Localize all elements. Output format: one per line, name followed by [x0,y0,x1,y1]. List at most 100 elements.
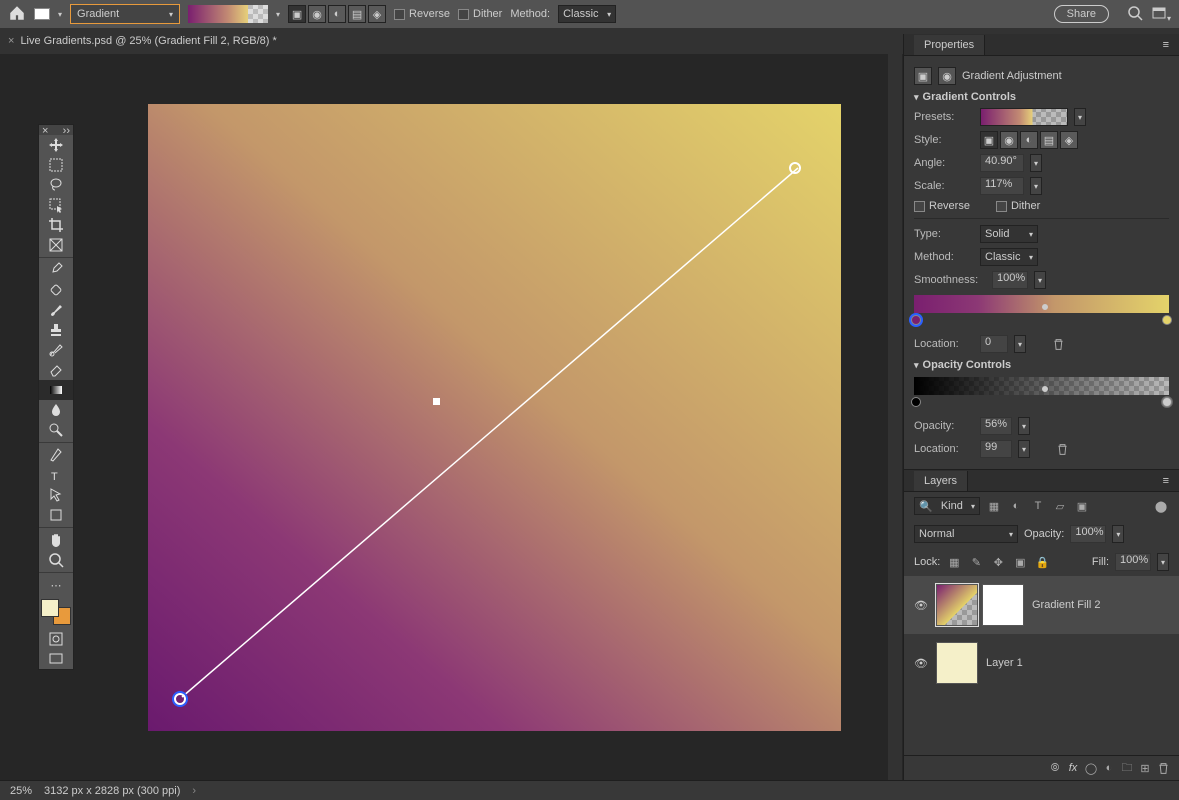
fx-icon[interactable]: fx [1065,760,1081,776]
dodge-tool[interactable] [39,420,73,440]
zoom-level[interactable]: 25% [10,785,32,797]
frame-tool[interactable] [39,235,73,255]
delete-stop-icon[interactable] [1050,336,1066,352]
opacity-controls-header[interactable]: Opacity Controls [914,359,1169,371]
tools-close-icon[interactable]: × [42,125,48,135]
gradient-start-handle[interactable] [174,693,186,705]
prop-dither-checkbox[interactable]: Dither [996,200,1040,212]
doc-preset-dropdown[interactable]: ▾ [58,10,62,19]
eraser-tool[interactable] [39,360,73,380]
search-icon[interactable] [1127,5,1143,24]
lasso-tool[interactable] [39,175,73,195]
layer-row-gradient-fill-2[interactable]: 👁 Gradient Fill 2 [904,576,1179,634]
layer-mask-icon[interactable] [982,584,1024,626]
opacity-stop-right[interactable] [1162,397,1172,407]
scale-dropdown[interactable]: ▾ [1030,177,1042,195]
location2-dropdown[interactable]: ▾ [1018,440,1030,458]
scale-input[interactable]: 117% [980,177,1024,195]
filter-smart-icon[interactable]: ▣ [1074,498,1090,514]
mask-icon[interactable]: ◯ [1083,760,1099,776]
eyedropper-tool[interactable] [39,257,73,280]
lock-all-icon[interactable]: 🔒 [1034,554,1050,570]
delete-layer-icon[interactable] [1155,760,1171,776]
workspace-icon[interactable]: ▾ [1151,5,1171,24]
fill-dropdown[interactable]: ▾ [1157,553,1169,571]
adjustment-layer-icon[interactable]: ◐ [1101,760,1117,776]
doc-preset-icon[interactable] [34,8,50,20]
filter-pixel-icon[interactable]: ▦ [986,498,1002,514]
new-layer-icon[interactable]: ⊞ [1137,760,1153,776]
delete-opacity-stop-icon[interactable] [1054,441,1070,457]
edit-toolbar-icon[interactable]: ⋯ [39,572,73,595]
location2-input[interactable]: 99 [980,440,1012,458]
group-icon[interactable]: 🗀 [1119,760,1135,776]
prop-method-select[interactable]: Classic▾ [980,248,1038,266]
type-tool[interactable]: T [39,465,73,485]
opacity-ramp[interactable] [914,377,1169,395]
layers-menu-icon[interactable]: ≡ [1163,475,1169,487]
opacity-stop-left[interactable] [911,397,921,407]
gradient-preview-dropdown[interactable]: ▾ [276,10,280,19]
layers-tab[interactable]: Layers [914,471,968,491]
dither-checkbox[interactable]: Dither [458,8,502,20]
quick-mask-icon[interactable] [39,629,73,649]
lock-artboard-icon[interactable]: ▣ [1012,554,1028,570]
smoothness-dropdown[interactable]: ▾ [1034,271,1046,289]
close-tab-icon[interactable]: × [8,35,14,47]
home-icon[interactable] [8,4,26,25]
layer-thumb-icon[interactable] [936,584,978,626]
style-radial-icon[interactable]: ◉ [308,5,326,23]
prop-reverse-checkbox[interactable]: Reverse [914,200,970,212]
color-swatches[interactable] [41,599,71,625]
mask-thumb-icon[interactable]: ◉ [938,67,956,85]
gradient-end-handle[interactable] [789,162,801,174]
lock-paint-icon[interactable]: ✎ [968,554,984,570]
preset-dropdown[interactable]: ▾ [1074,108,1086,126]
style-angle-icon[interactable]: ◐ [328,5,346,23]
canvas[interactable] [148,104,841,731]
pen-tool[interactable] [39,442,73,465]
gradient-type-select[interactable]: Gradient ▾ [70,4,180,24]
filter-kind-select[interactable]: 🔍Kind▾ [914,497,980,515]
brush-tool[interactable] [39,300,73,320]
gradient-tool[interactable] [39,380,73,400]
gradient-mid-handle[interactable] [433,398,440,405]
prop-style-linear-icon[interactable]: ▣ [980,131,998,149]
gradient-preview[interactable] [188,5,268,23]
lock-position-icon[interactable]: ✥ [990,554,1006,570]
layer-opacity-input[interactable]: 100% [1070,525,1106,543]
visibility-icon[interactable]: 👁 [914,657,928,670]
fill-input[interactable]: 100% [1115,553,1151,571]
path-select-tool[interactable] [39,485,73,505]
move-tool[interactable] [39,135,73,155]
opacity-input[interactable]: 56% [980,417,1012,435]
reverse-checkbox[interactable]: Reverse [394,8,450,20]
style-diamond-icon[interactable]: ◈ [368,5,386,23]
object-select-tool[interactable] [39,195,73,215]
style-linear-icon[interactable]: ▣ [288,5,306,23]
color-stop-right[interactable] [1162,315,1172,325]
gradient-ramp[interactable] [914,295,1169,313]
filter-adjust-icon[interactable]: ◐ [1008,498,1024,514]
link-layers-icon[interactable]: ⦾ [1047,760,1063,776]
properties-tab[interactable]: Properties [914,35,985,55]
blend-mode-select[interactable]: Normal▾ [914,525,1018,543]
panel-menu-icon[interactable]: ≡ [1163,39,1169,51]
layer-name[interactable]: Gradient Fill 2 [1032,599,1100,611]
share-button[interactable]: Share [1054,5,1109,23]
color-stop-left[interactable] [911,315,921,325]
healing-tool[interactable] [39,280,73,300]
shape-tool[interactable] [39,505,73,525]
filter-type-icon[interactable]: T [1030,498,1046,514]
layer-thumb-icon[interactable] [936,642,978,684]
visibility-icon[interactable]: 👁 [914,599,928,612]
stamp-tool[interactable] [39,320,73,340]
type-select[interactable]: Solid▾ [980,225,1038,243]
layer-opacity-dropdown[interactable]: ▾ [1112,525,1124,543]
prop-style-radial-icon[interactable]: ◉ [1000,131,1018,149]
gradient-controls-header[interactable]: Gradient Controls [914,91,1169,103]
style-reflected-icon[interactable]: ▤ [348,5,366,23]
panel-collapse-bar[interactable] [888,34,902,780]
lock-transparent-icon[interactable]: ▦ [946,554,962,570]
layer-name[interactable]: Layer 1 [986,657,1023,669]
